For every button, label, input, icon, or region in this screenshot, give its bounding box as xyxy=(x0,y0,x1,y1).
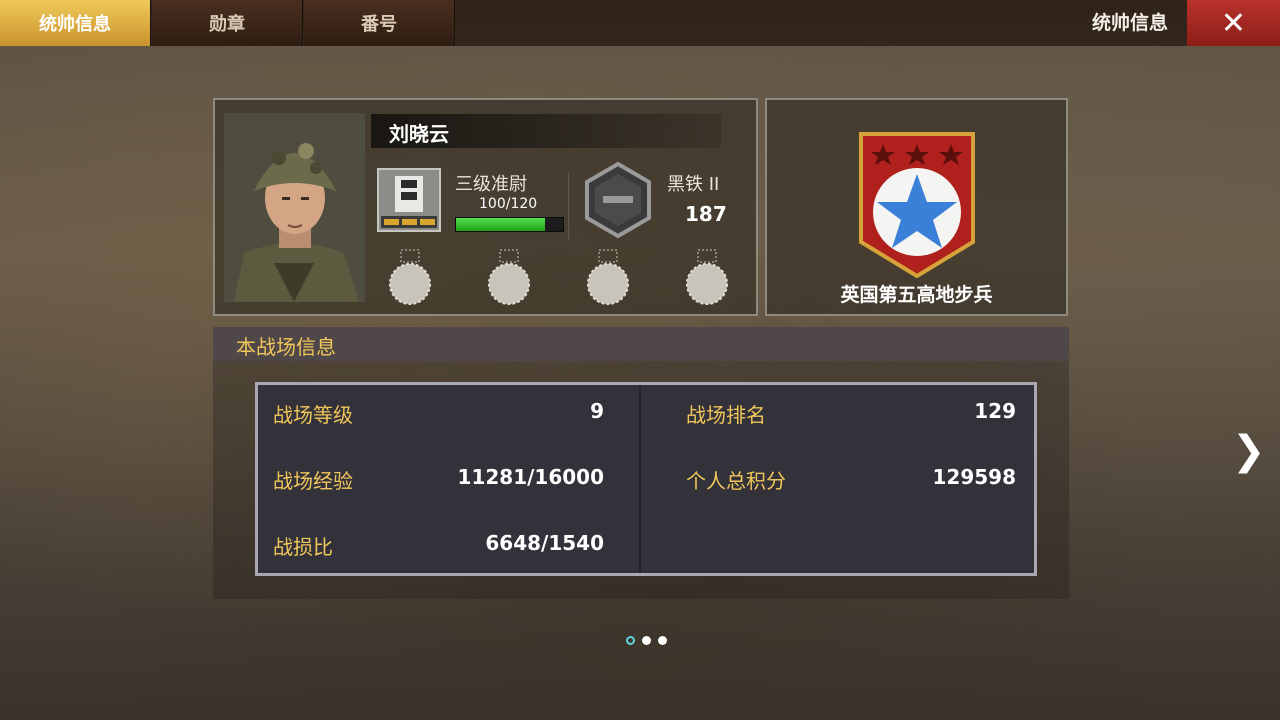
medal-slot-4[interactable] xyxy=(684,248,730,308)
stats-divider xyxy=(639,385,641,573)
next-page-arrow-icon[interactable]: ❯ xyxy=(1232,428,1266,474)
stat-value-total-score: 129598 xyxy=(932,465,1017,489)
divider xyxy=(568,172,569,240)
unit-panel[interactable]: 英国第五高地步兵 xyxy=(765,98,1068,316)
rank-xp-text: 100/120 xyxy=(479,196,538,212)
medal-slot-2[interactable] xyxy=(486,248,532,308)
medal-slot-1[interactable] xyxy=(387,248,433,308)
stat-label-battle-exp: 战场经验 xyxy=(273,469,353,493)
profile-panel: 刘晓云 三级准尉 100/120 黑铁 II 187 xyxy=(213,98,758,316)
battlefield-info-header: 本战场信息 xyxy=(213,327,1069,361)
stat-label-kd-ratio: 战损比 xyxy=(273,535,333,559)
stat-value-battle-rank: 129 xyxy=(974,399,1016,423)
page-indicator xyxy=(626,636,667,645)
top-bar: 统帅信息 勋章 番号 统帅信息 ✕ xyxy=(0,0,1280,46)
page-dot-1[interactable] xyxy=(626,636,635,645)
tier-name: 黑铁 II xyxy=(667,174,720,195)
rank-insignia-icon xyxy=(377,168,441,232)
commander-portrait xyxy=(224,113,365,302)
tab-medals[interactable]: 勋章 xyxy=(152,0,303,46)
stat-value-kd-ratio: 6648/1540 xyxy=(485,531,604,555)
close-icon: ✕ xyxy=(1220,5,1247,41)
page-title: 统帅信息 xyxy=(1091,12,1168,34)
battlefield-info-panel: 本战场信息 战场等级 9 战场经验 11281/16000 战损比 6648/1… xyxy=(213,327,1069,599)
battlefield-info-title: 本战场信息 xyxy=(236,335,336,359)
medal-slot-3[interactable] xyxy=(585,248,631,308)
rank-xp-fill xyxy=(456,218,545,231)
star-shield-icon xyxy=(855,130,979,280)
tier-score: 187 xyxy=(685,202,727,226)
tier-badge-icon xyxy=(581,160,655,240)
page-dot-2[interactable] xyxy=(642,636,651,645)
tab-commander-info[interactable]: 统帅信息 xyxy=(0,0,151,46)
tab-unit-number[interactable]: 番号 xyxy=(304,0,455,46)
stat-value-battle-exp: 11281/16000 xyxy=(457,465,604,489)
close-button[interactable]: ✕ xyxy=(1187,0,1280,46)
unit-name: 英国第五高地步兵 xyxy=(840,284,993,306)
stat-value-battle-level: 9 xyxy=(590,399,604,423)
page-dot-3[interactable] xyxy=(658,636,667,645)
stat-label-battle-rank: 战场排名 xyxy=(686,403,766,427)
stats-table: 战场等级 9 战场经验 11281/16000 战损比 6648/1540 战场… xyxy=(255,382,1037,576)
stat-label-battle-level: 战场等级 xyxy=(273,403,353,427)
stat-label-total-score: 个人总积分 xyxy=(686,469,786,493)
commander-name: 刘晓云 xyxy=(389,122,449,146)
name-bar: 刘晓云 xyxy=(371,114,721,148)
rank-xp-bar xyxy=(455,217,564,232)
rank-name: 三级准尉 xyxy=(455,174,527,195)
